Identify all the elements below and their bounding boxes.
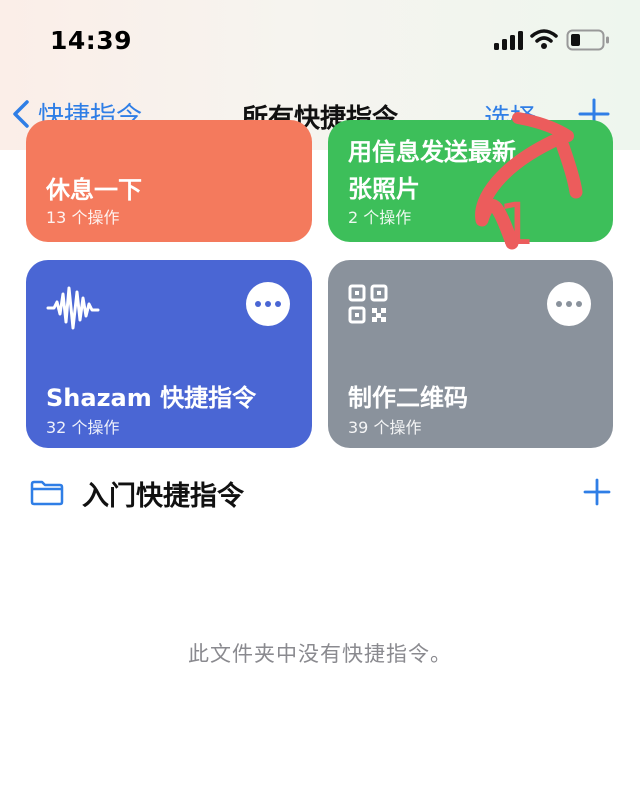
folder-icon — [30, 480, 64, 506]
status-time: 14:39 — [50, 26, 133, 55]
folder-section-header: 入门快捷指令 — [0, 468, 640, 518]
shortcut-action-count: 2 个操作 — [348, 208, 412, 227]
battery-icon — [566, 29, 609, 51]
shortcut-action-count: 39 个操作 — [348, 418, 422, 437]
wifi-icon — [530, 29, 558, 49]
shortcut-name: 休息一下 — [46, 176, 142, 204]
shortcut-card[interactable]: 制作二维码 39 个操作 — [328, 260, 613, 448]
shortcut-card[interactable]: 用信息发送最新 张照片 2 个操作 — [328, 120, 613, 242]
shortcut-name: 制作二维码 — [348, 384, 468, 412]
shortcut-card[interactable]: 休息一下 13 个操作 — [26, 120, 312, 242]
status-bar: 14:39 — [0, 0, 640, 80]
cellular-signal-icon — [494, 31, 523, 50]
add-to-folder-button[interactable] — [582, 477, 612, 507]
more-options-button[interactable] — [547, 282, 591, 326]
shortcut-name-line2: 张照片 — [348, 175, 420, 203]
shortcut-card[interactable]: Shazam 快捷指令 32 个操作 — [26, 260, 312, 448]
empty-folder-message: 此文件夹中没有快捷指令。 — [188, 642, 452, 666]
shortcut-name: Shazam 快捷指令 — [46, 384, 257, 412]
shortcut-action-count: 13 个操作 — [46, 208, 120, 227]
qr-code-icon — [348, 284, 388, 324]
folder-title: 入门快捷指令 — [82, 481, 244, 512]
shortcut-action-count: 32 个操作 — [46, 418, 120, 437]
waveform-icon — [46, 286, 100, 330]
shortcut-name: 用信息发送最新 — [348, 138, 516, 166]
more-options-button[interactable] — [246, 282, 290, 326]
